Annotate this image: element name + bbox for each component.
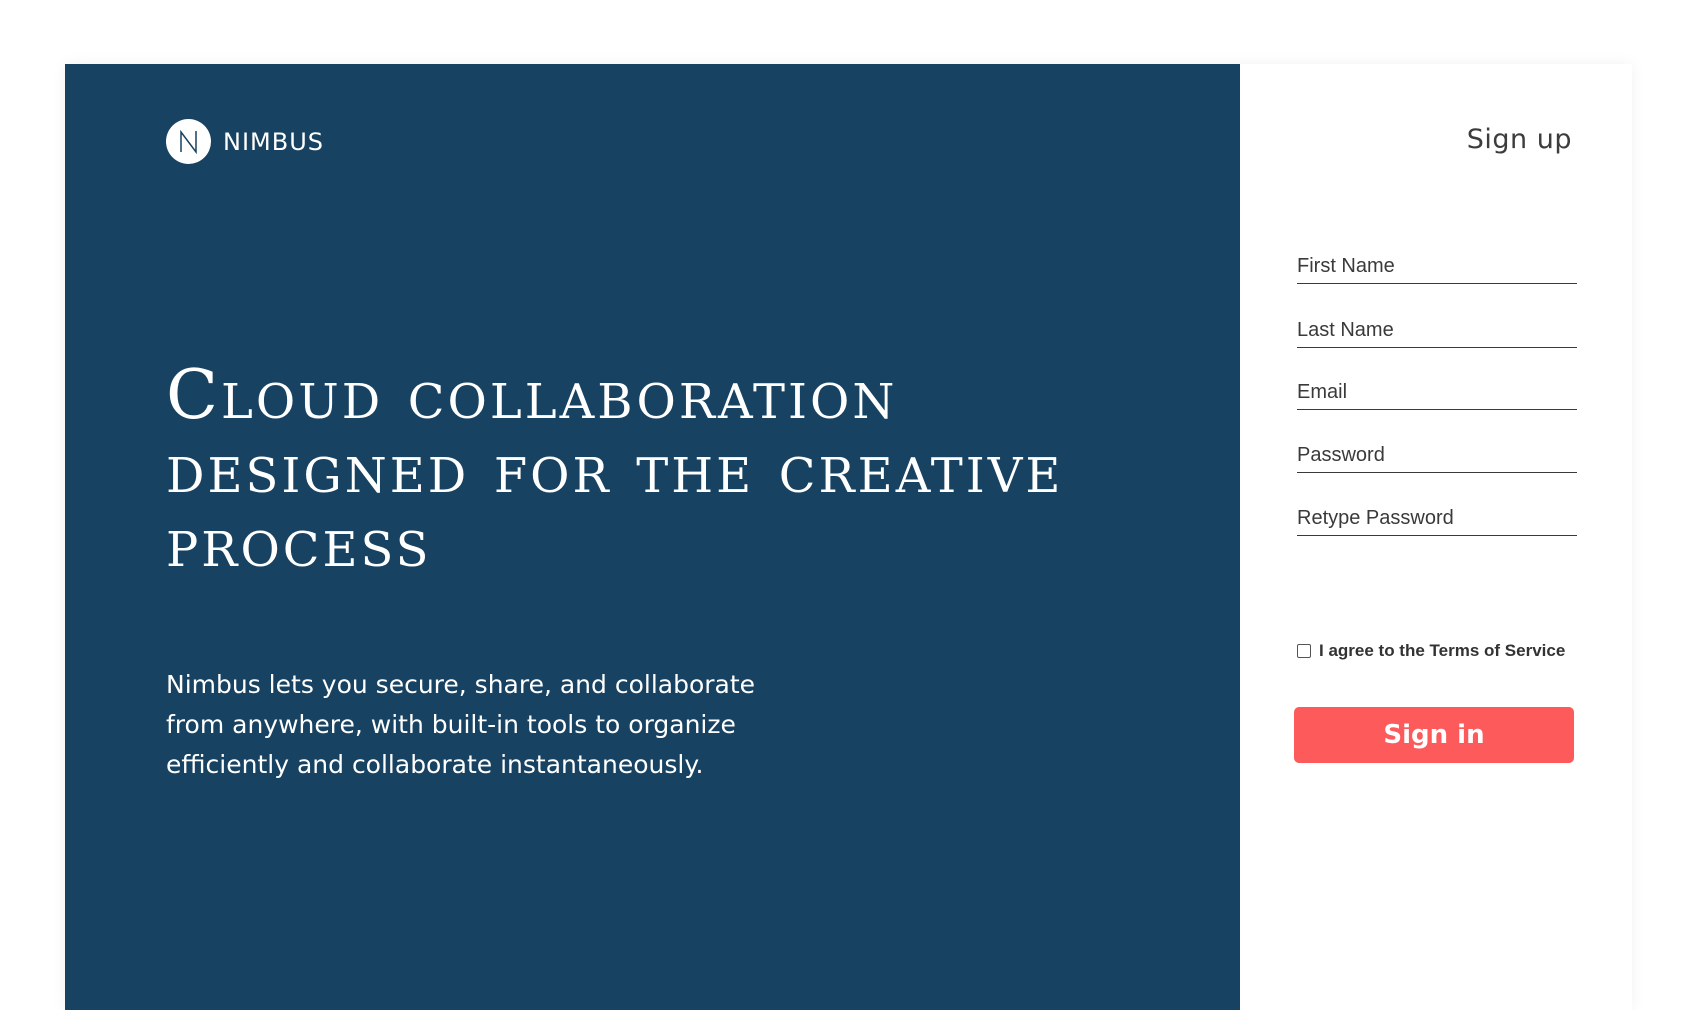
first-name-field[interactable] [1297, 249, 1577, 284]
nimbus-logo-icon [166, 119, 211, 164]
retype-password-field[interactable] [1297, 501, 1577, 536]
email-field[interactable] [1297, 375, 1577, 410]
hero-headline: Cloud collaboration designed for the cre… [166, 356, 1064, 583]
form-title: Sign up [1466, 124, 1572, 155]
hero-panel: NIMBUS Cloud collaboration designed for … [65, 64, 1240, 1010]
last-name-field[interactable] [1297, 313, 1577, 348]
signup-form-panel: Sign up I agree to the Terms of Service … [1240, 64, 1632, 1010]
terms-agreement[interactable]: I agree to the Terms of Service [1297, 641, 1565, 661]
terms-checkbox[interactable] [1297, 644, 1311, 658]
terms-label: I agree to the Terms of Service [1319, 641, 1566, 660]
brand-name: NIMBUS [223, 127, 325, 156]
hero-description: Nimbus lets you secure, share, and colla… [166, 670, 756, 779]
signup-page: NIMBUS Cloud collaboration designed for … [65, 64, 1632, 1010]
brand[interactable]: NIMBUS [166, 119, 324, 164]
password-field[interactable] [1297, 438, 1577, 473]
sign-in-button[interactable]: Sign in [1294, 707, 1574, 763]
